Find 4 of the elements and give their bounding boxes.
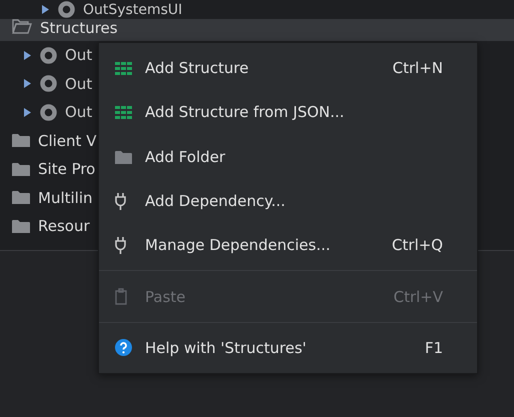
shortcut-text: Ctrl+V — [393, 288, 443, 306]
shortcut-text: F1 — [424, 338, 443, 357]
shortcut-text: Ctrl+N — [392, 59, 443, 78]
shortcut-text: Ctrl+Q — [392, 236, 443, 254]
